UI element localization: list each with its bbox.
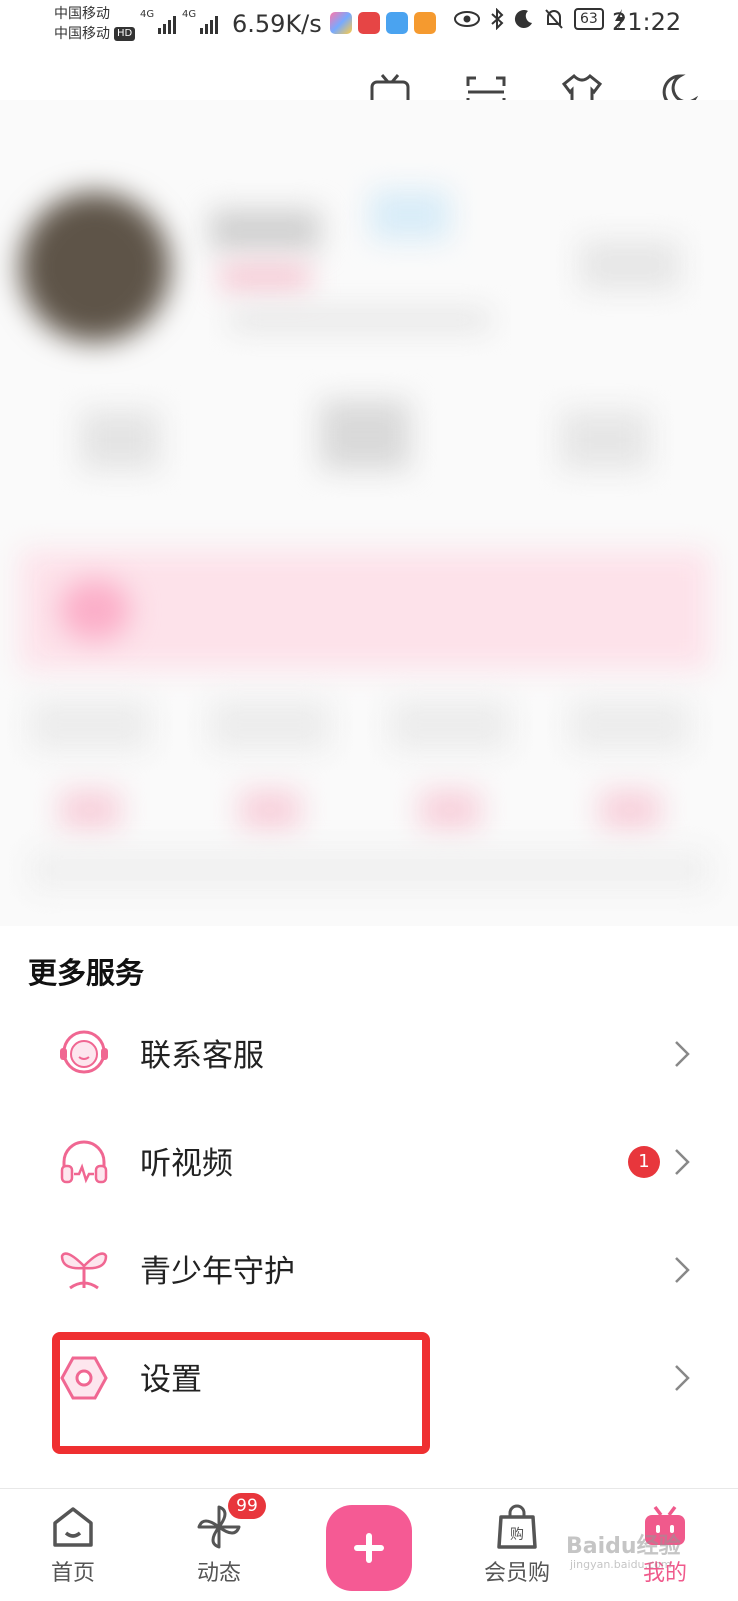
bluetooth-icon — [491, 8, 504, 30]
battery-indicator: 63 — [574, 8, 604, 30]
nav-home[interactable]: 首页 — [18, 1497, 128, 1597]
chevron-right-icon — [675, 1365, 690, 1391]
service-item-teen-protection[interactable]: 青少年守护 — [0, 1214, 738, 1324]
network-type-2: 4G — [182, 9, 197, 20]
section-title: 更多服务 — [28, 956, 145, 990]
blurred-block — [580, 240, 680, 290]
blurred-block — [210, 210, 320, 250]
service-item-listen-video[interactable]: 听视频 1 — [0, 1106, 738, 1216]
carrier-1: 中国移动 — [54, 6, 110, 22]
system-icons: 63 — [454, 8, 626, 30]
service-label: 联系客服 — [140, 1038, 264, 1074]
service-label: 听视频 — [140, 1146, 233, 1182]
status-bar: 中国移动 中国移动 HD 4G 4G 6.59K/s 63 21:22 — [0, 0, 738, 52]
home-icon — [53, 1507, 93, 1547]
blurred-block — [230, 310, 490, 330]
mute-bell-icon — [545, 9, 563, 29]
headphones-icon — [60, 1140, 108, 1184]
app-icon — [330, 12, 352, 34]
blurred-block — [60, 580, 130, 640]
blurred-block — [80, 410, 160, 470]
svg-text:购: 购 — [510, 1527, 524, 1543]
service-label: 青少年守护 — [140, 1254, 295, 1290]
avatar — [20, 192, 170, 342]
app-icon — [386, 12, 408, 34]
notification-badge: 99 — [228, 1493, 266, 1519]
watermark: Baidu经验 — [566, 1534, 681, 1559]
chevron-right-icon — [675, 1041, 690, 1067]
nav-label: 动态 — [196, 1561, 241, 1586]
add-button[interactable] — [326, 1505, 412, 1591]
moon-status-icon — [514, 10, 532, 29]
carrier-text: 中国移动 中国移动 HD — [54, 4, 136, 44]
app-icon — [358, 12, 380, 34]
signal-icon-2: 4G — [182, 9, 219, 34]
blurred-block — [390, 700, 510, 750]
service-item-customer-service[interactable]: 联系客服 — [0, 998, 738, 1108]
signal-icon-1: 4G — [140, 9, 177, 34]
plus-icon-stroke — [366, 1533, 372, 1563]
blurred-block — [240, 790, 300, 830]
blurred-block — [560, 410, 650, 470]
nav-label: 首页 — [50, 1561, 95, 1586]
blurred-block — [570, 700, 690, 750]
blurred-block — [420, 790, 480, 830]
notification-badge: 1 — [628, 1146, 660, 1178]
carrier-2: 中国移动 — [54, 26, 110, 42]
blurred-block — [60, 790, 120, 830]
eye-icon — [454, 11, 480, 27]
app-icon — [414, 12, 436, 34]
clock: 21:22 — [612, 8, 682, 36]
blurred-block — [210, 700, 330, 750]
blurred-block — [220, 265, 310, 289]
chevron-right-icon — [675, 1149, 690, 1175]
network-type-1: 4G — [140, 9, 155, 20]
watermark-url: jingyan.baidu.com — [570, 1558, 672, 1571]
network-speed: 6.59K/s — [232, 10, 322, 38]
highlight-box — [52, 1332, 430, 1454]
blurred-block — [370, 190, 450, 240]
blurred-block — [600, 790, 660, 830]
sprout-icon — [60, 1252, 108, 1290]
nav-label: 会员购 — [483, 1561, 550, 1586]
hd-badge: HD — [114, 27, 136, 41]
nav-vip-shop[interactable]: 购 会员购 — [462, 1497, 572, 1597]
headset-icon — [60, 1030, 108, 1074]
shopping-bag-icon: 购 — [497, 1504, 537, 1549]
blurred-block — [30, 700, 150, 750]
blurred-block — [320, 400, 410, 470]
chevron-right-icon — [675, 1257, 690, 1283]
blurred-block — [30, 850, 710, 890]
blurred-profile-area — [0, 100, 738, 926]
notification-app-icons — [330, 12, 436, 34]
